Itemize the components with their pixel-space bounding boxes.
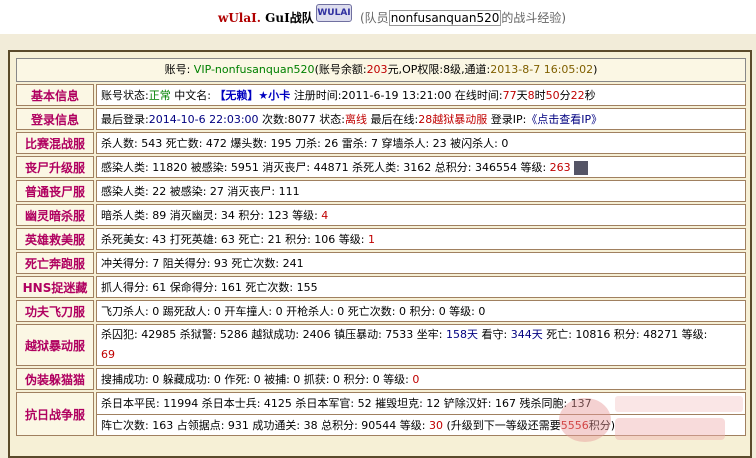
row-knife: 功夫飞刀服 飞刀杀人: 0 踢死敌人: 0 开车撞人: 0 开枪杀人: 0 死亡… xyxy=(16,300,746,322)
value-mix: 杀人数: 543 死亡数: 472 爆头数: 195 刀杀: 26 雷杀: 7 … xyxy=(96,132,746,154)
label-zombie-up: 丧尸升级服 xyxy=(16,156,94,178)
label-war: 抗日战争服 xyxy=(16,392,94,436)
label-login: 登录信息 xyxy=(16,108,94,130)
label-basic: 基本信息 xyxy=(16,84,94,106)
label-knife: 功夫飞刀服 xyxy=(16,300,94,322)
level-avatar-icon xyxy=(573,161,588,175)
label-run: 死亡奔跑服 xyxy=(16,252,94,274)
row-hns: HNS捉迷藏 抓人得分: 61 保命得分: 161 死亡次数: 155 xyxy=(16,276,746,298)
member-name[interactable]: nonfusanquan520 xyxy=(388,10,502,26)
top-bar: wUlaI. GuI战队 WULAI (队员 nonfusanquan520 的战斗… xyxy=(0,0,756,34)
account-summary: 账号: VIP-nonfusanquan520(账号余额:203元,OP权限:8… xyxy=(16,58,746,82)
team-brand: wUlaI. GuI战队 xyxy=(218,11,314,25)
value-hero: 杀死美女: 43 打死英雄: 63 死亡: 21 积分: 106 等级: 1 xyxy=(96,228,746,250)
value-zombie-normal: 感染人类: 22 被感染: 27 消灭丧尸: 111 xyxy=(96,180,746,202)
label-jail: 越狱暴动服 xyxy=(16,324,94,366)
value-basic: 账号状态:正常 中文名: 【无赖】★小卡 注册时间:2011-6-19 13:2… xyxy=(96,84,746,106)
label-hns: HNS捉迷藏 xyxy=(16,276,94,298)
row-login: 登录信息 最后登录:2014-10-6 22:03:00 次数:8077 状态:… xyxy=(16,108,746,130)
row-mix: 比赛混战服 杀人数: 543 死亡数: 472 爆头数: 195 刀杀: 26 … xyxy=(16,132,746,154)
site-watermark-logo xyxy=(559,396,743,442)
label-ghost: 幽灵暗杀服 xyxy=(16,204,94,226)
row-run: 死亡奔跑服 冲关得分: 7 阻关得分: 93 死亡次数: 241 xyxy=(16,252,746,274)
row-hide: 伪装躲猫猫 搜捕成功: 0 躲藏成功: 0 作死: 0 被捕: 0 抓获: 0 … xyxy=(16,368,746,390)
value-zombie-up: 感染人类: 11820 被感染: 5951 消灭丧尸: 44871 杀死人类: … xyxy=(96,156,746,178)
value-hide: 搜捕成功: 0 躲藏成功: 0 作死: 0 被捕: 0 抓获: 0 积分: 0 … xyxy=(96,368,746,390)
label-zombie-normal: 普通丧尸服 xyxy=(16,180,94,202)
row-zombie-up: 丧尸升级服 感染人类: 11820 被感染: 5951 消灭丧尸: 44871 … xyxy=(16,156,746,178)
label-mix: 比赛混战服 xyxy=(16,132,94,154)
chinese-name: 【无赖】★小卡 xyxy=(214,89,291,102)
value-knife: 飞刀杀人: 0 踢死敌人: 0 开车撞人: 0 开枪杀人: 0 死亡次数: 0 … xyxy=(96,300,746,322)
row-jail: 越狱暴动服 杀囚犯: 42985 杀狱警: 5286 越狱成功: 2406 镇压… xyxy=(16,324,746,366)
member-caption: (队员 nonfusanquan520 的战斗经验) xyxy=(360,10,567,26)
team-logo: WULAI xyxy=(316,4,352,22)
value-jail: 杀囚犯: 42985 杀狱警: 5286 越狱成功: 2406 镇压暴动: 75… xyxy=(96,324,746,366)
row-basic: 基本信息 账号状态:正常 中文名: 【无赖】★小卡 注册时间:2011-6-19… xyxy=(16,84,746,106)
value-hns: 抓人得分: 61 保命得分: 161 死亡次数: 155 xyxy=(96,276,746,298)
row-ghost: 幽灵暗杀服 暗杀人类: 89 消灭幽灵: 34 积分: 123 等级: 4 xyxy=(16,204,746,226)
view-ip-link[interactable]: 《点击查看IP》 xyxy=(526,113,602,126)
value-ghost: 暗杀人类: 89 消灭幽灵: 34 积分: 123 等级: 4 xyxy=(96,204,746,226)
row-hero: 英雄救美服 杀死美女: 43 打死英雄: 63 死亡: 21 积分: 106 等… xyxy=(16,228,746,250)
label-hero: 英雄救美服 xyxy=(16,228,94,250)
value-run: 冲关得分: 7 阻关得分: 93 死亡次数: 241 xyxy=(96,252,746,274)
row-zombie-normal: 普通丧尸服 感染人类: 22 被感染: 27 消灭丧尸: 111 xyxy=(16,180,746,202)
label-hide: 伪装躲猫猫 xyxy=(16,368,94,390)
value-login: 最后登录:2014-10-6 22:03:00 次数:8077 状态:离线 最后… xyxy=(96,108,746,130)
